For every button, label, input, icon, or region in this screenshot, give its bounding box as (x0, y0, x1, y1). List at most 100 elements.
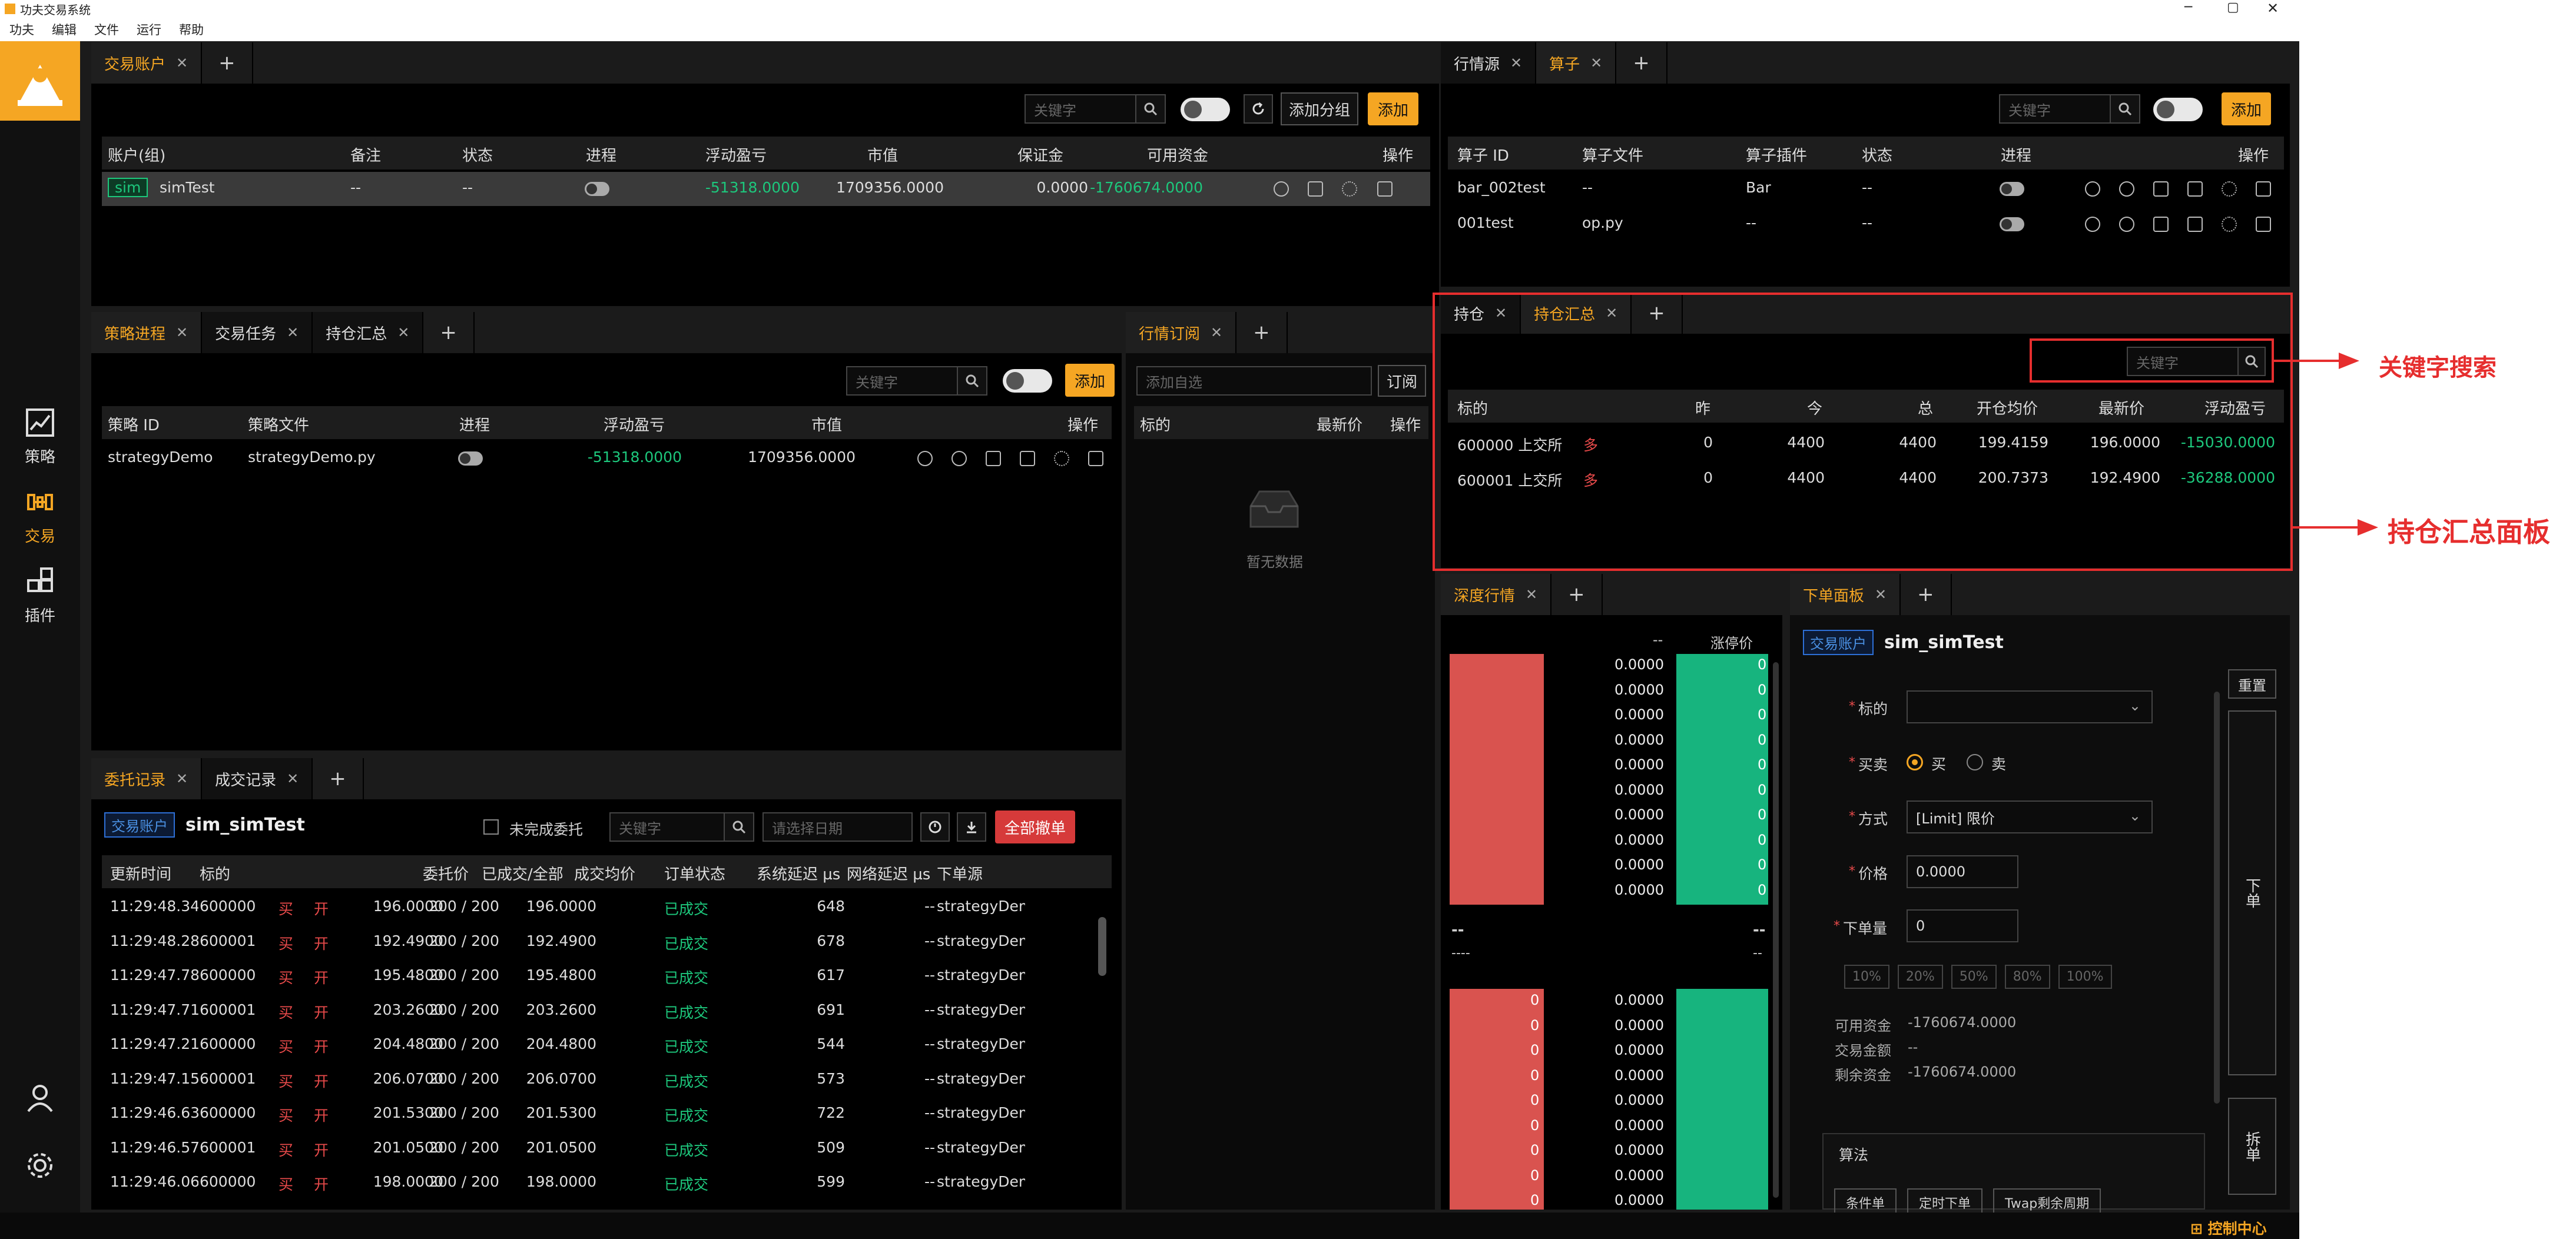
col-header[interactable]: 市值 (867, 144, 898, 165)
search-input[interactable]: 关键字 (1999, 94, 2111, 124)
table-row[interactable]: 11:29:48.280600001买开192.4900200 / 200192… (102, 925, 1097, 959)
close-icon[interactable]: ✕ (1211, 324, 1222, 341)
delete-icon[interactable] (2256, 217, 2271, 232)
price-input[interactable]: 0.0000 (1907, 855, 2018, 888)
table-row[interactable]: 11:29:46.573600001买开201.0500200 / 200201… (102, 1132, 1097, 1166)
close-icon[interactable]: ✕ (1875, 586, 1887, 603)
gear-icon[interactable] (2222, 181, 2237, 197)
table-row[interactable]: 11:29:47.156600001买开206.0700200 / 200206… (102, 1063, 1097, 1097)
file-icon[interactable] (2153, 217, 2169, 232)
qty-input[interactable]: 0 (1907, 909, 2018, 942)
table-row[interactable]: 11:29:46.639600000买开201.5300200 / 200201… (102, 1097, 1097, 1131)
close-icon[interactable]: ✕ (1510, 55, 1522, 71)
pct-button[interactable]: 50% (1951, 965, 1997, 989)
file-icon[interactable] (2153, 181, 2169, 197)
search-icon[interactable] (957, 366, 987, 396)
col-header[interactable]: 浮动盈亏 (705, 144, 767, 165)
close-icon[interactable]: ✕ (176, 770, 188, 787)
add-button[interactable]: 添加 (1368, 92, 1418, 125)
scrollbar-track[interactable] (2214, 692, 2220, 1104)
toggle-switch[interactable] (1003, 369, 1052, 393)
search-icon[interactable] (1135, 94, 1166, 124)
sell-radio[interactable] (1967, 754, 1983, 770)
date-picker[interactable]: 请选择日期 (762, 812, 913, 842)
edit-icon[interactable] (2187, 181, 2203, 197)
search-input[interactable]: 关键字 (846, 366, 958, 396)
sidebar-item-trade[interactable]: 交易 (0, 486, 80, 546)
unfinished-checkbox[interactable] (483, 819, 499, 835)
eye-icon[interactable] (952, 451, 967, 466)
scrollbar-thumb[interactable] (1098, 917, 1106, 976)
split-order-button[interactable]: 拆单 (2228, 1098, 2276, 1195)
gear-icon[interactable] (2222, 217, 2237, 232)
tab-trade-records[interactable]: 成交记录 ✕ (202, 758, 313, 799)
tab-operator[interactable]: 算子 ✕ (1536, 42, 1617, 84)
close-icon[interactable]: ✕ (2267, 0, 2279, 16)
pct-button[interactable]: 80% (2004, 965, 2050, 989)
control-center-button[interactable]: ⊞ 控制中心 (2190, 1217, 2267, 1238)
pct-button[interactable]: 20% (1897, 965, 1943, 989)
tab-order-panel[interactable]: 下单面板 ✕ (1790, 574, 1901, 615)
table-row[interactable]: 001test op.py -- -- (1448, 207, 2284, 241)
edit-icon[interactable] (2187, 217, 2203, 232)
tab-market-source[interactable]: 行情源 ✕ (1441, 42, 1537, 84)
buy-radio[interactable] (1907, 754, 1923, 770)
table-row[interactable]: sim simTest -- -- -51318.0000 1709356.00… (102, 172, 1430, 206)
close-icon[interactable]: ✕ (176, 55, 188, 71)
sidebar-item-strategy[interactable]: 策略 (0, 406, 80, 467)
col-header[interactable]: 标的 (200, 862, 230, 884)
cancel-all-button[interactable]: 全部撤单 (995, 811, 1075, 843)
download-icon[interactable] (957, 812, 986, 842)
add-tab-button[interactable]: + (423, 312, 475, 353)
delete-icon[interactable] (1377, 181, 1393, 197)
process-toggle[interactable] (2000, 217, 2024, 231)
process-toggle[interactable] (458, 451, 483, 466)
add-tab-button[interactable]: + (202, 42, 253, 84)
close-icon[interactable]: ✕ (1590, 55, 1602, 71)
delete-icon[interactable] (1088, 451, 1103, 466)
toggle-switch[interactable] (1181, 98, 1230, 121)
add-tab-button[interactable]: + (313, 758, 364, 799)
tab-strategy-process[interactable]: 策略进程 ✕ (91, 312, 203, 353)
history-icon[interactable] (2085, 181, 2100, 197)
add-watchlist-input[interactable]: 添加自选 (1136, 366, 1372, 396)
add-tab-button[interactable]: + (1551, 574, 1603, 615)
close-icon[interactable]: ✕ (287, 324, 299, 341)
file-icon[interactable] (986, 451, 1001, 466)
close-icon[interactable]: ✕ (1526, 586, 1537, 603)
close-icon[interactable]: ✕ (397, 324, 409, 341)
col-header[interactable]: 市值 (811, 413, 842, 435)
table-row[interactable]: 11:29:47.782600000买开195.4800200 / 200195… (102, 959, 1097, 994)
pct-button[interactable]: 100% (2058, 965, 2112, 989)
clock-icon[interactable] (920, 812, 950, 842)
tab-trading-account[interactable]: 交易账户 ✕ (91, 42, 203, 84)
col-header[interactable]: 保证金 (1017, 144, 1063, 165)
table-row[interactable]: 11:29:47.216600000买开204.4800200 / 200204… (102, 1028, 1097, 1062)
tab-market-subscribe[interactable]: 行情订阅 ✕ (1126, 312, 1237, 353)
close-icon[interactable]: ✕ (287, 770, 299, 787)
add-button[interactable]: 添加 (1065, 364, 1115, 397)
process-toggle[interactable] (2000, 182, 2024, 196)
maximize-icon[interactable]: ▢ (2227, 0, 2239, 15)
tab-depth[interactable]: 深度行情 ✕ (1441, 574, 1552, 615)
pct-button[interactable]: 10% (1844, 965, 1889, 989)
menu-item[interactable]: 运行 (137, 21, 161, 38)
col-header[interactable]: 更新时间 (110, 862, 198, 884)
add-button[interactable]: 添加 (2222, 92, 2271, 125)
reset-button[interactable]: 重置 (2228, 669, 2276, 699)
settings-icon[interactable] (25, 1151, 55, 1180)
sidebar-item-plugin[interactable]: 插件 (0, 565, 80, 626)
refresh-icon[interactable] (1244, 94, 1273, 124)
eye-icon[interactable] (2119, 217, 2134, 232)
edit-icon[interactable] (1020, 451, 1035, 466)
eye-icon[interactable] (1274, 181, 1289, 197)
menu-item[interactable]: 帮助 (179, 21, 204, 38)
search-input[interactable]: 关键字 (609, 812, 725, 842)
toggle-switch[interactable] (2153, 98, 2203, 121)
order-type-select[interactable]: [Limit] 限价 ⌄ (1907, 800, 2153, 833)
add-tab-button[interactable]: + (1901, 574, 1952, 615)
tab-order-records[interactable]: 委托记录 ✕ (91, 758, 203, 799)
tab-position-summary[interactable]: 持仓汇总 ✕ (313, 312, 424, 353)
menu-item[interactable]: 编辑 (52, 21, 77, 38)
add-tab-button[interactable]: + (1236, 312, 1288, 353)
